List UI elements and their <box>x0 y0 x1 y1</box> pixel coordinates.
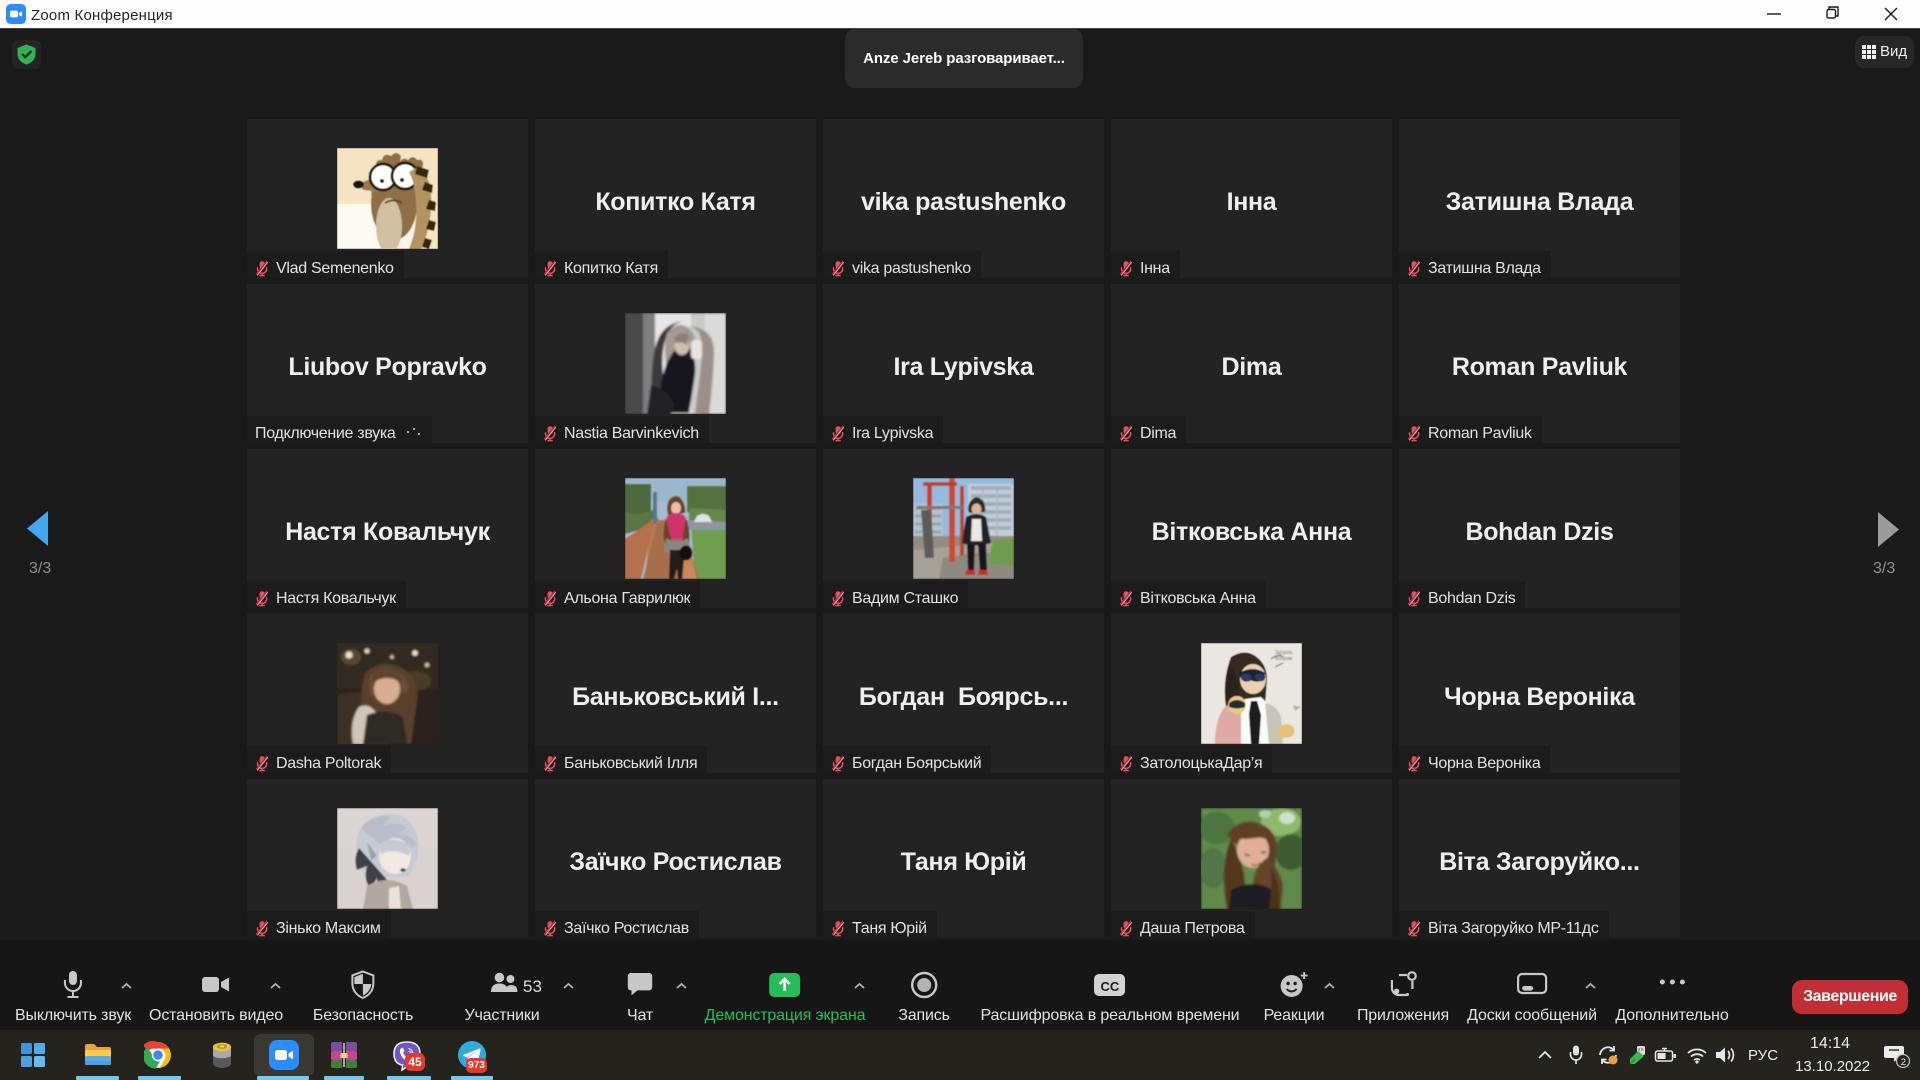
svg-text:Вітарик: Вітарик <box>1275 656 1293 662</box>
svg-text:CC: CC <box>1101 979 1120 994</box>
svg-text:2: 2 <box>1901 1057 1906 1068</box>
